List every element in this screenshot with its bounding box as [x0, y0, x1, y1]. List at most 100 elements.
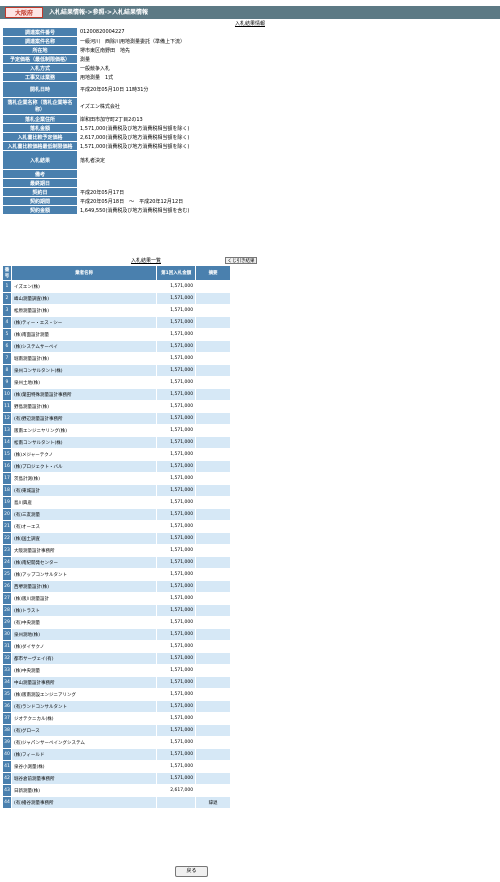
result-note — [196, 677, 230, 688]
info-table: 調達案件番号 01200820004227 調達案件名称 一級河川 西除川用地測量委託… — [2, 27, 354, 215]
result-name: 大阪測量設計事務所 — [11, 545, 157, 556]
result-no: 11 — [3, 401, 11, 412]
info-value: 1,649,550(消費税及び地方消費税相当額を含む) — [78, 206, 353, 214]
result-amount: 1,571,000 — [157, 293, 196, 304]
result-name: (株)阪南測設エンジニアリング — [11, 689, 157, 700]
results-row: 18 (有)東城設計 1,571,000 — [3, 485, 230, 496]
result-note — [196, 389, 230, 400]
info-value: 平成20年05月10日 11時31分 — [78, 82, 353, 97]
info-label: 調達案件名称 — [3, 37, 77, 45]
lottery-results-button[interactable]: くじ引き結果 — [225, 257, 257, 264]
results-row: 6 (株)システムサーベイ 1,571,000 — [3, 341, 230, 352]
result-name: 峰山測量調査(株) — [11, 293, 157, 304]
result-name: イズエン(株) — [11, 281, 157, 292]
result-name: (株)ティー・エス・シー — [11, 317, 157, 328]
results-header-row: 番号 業者名称 第1回入札金額 摘要 — [3, 266, 230, 280]
result-note — [196, 305, 230, 316]
result-note — [196, 281, 230, 292]
result-amount: 1,571,000 — [157, 545, 196, 556]
result-name: 茨島計測(株) — [11, 473, 157, 484]
result-note — [196, 329, 230, 340]
result-name: (有)ランドコンサルタント — [11, 701, 157, 712]
info-label: 開札日時 — [3, 82, 77, 97]
results-row: 5 (株)南面設計測量 1,571,000 — [3, 329, 230, 340]
result-amount: 1,571,000 — [157, 305, 196, 316]
result-note — [196, 377, 230, 388]
results-row: 42 堀谷倉前測量事務所 1,571,000 — [3, 773, 230, 784]
info-label: 入札書比較価格最低制限価格 — [3, 142, 77, 150]
result-amount: 1,571,000 — [157, 473, 196, 484]
result-amount: 1,571,000 — [157, 677, 196, 688]
result-name: 野島測量設計(株) — [11, 401, 157, 412]
results-row: 32 都市サーヴェイ(有) 1,571,000 — [3, 653, 230, 664]
result-name: 泉州測地(株) — [11, 629, 157, 640]
result-amount: 1,571,000 — [157, 605, 196, 616]
result-note — [196, 785, 230, 796]
back-button[interactable]: 戻る — [175, 866, 208, 877]
result-no: 40 — [3, 749, 11, 760]
info-value: 落札者決定 — [78, 151, 353, 169]
result-amount: 1,571,000 — [157, 737, 196, 748]
results-row: 19 島川興産 1,571,000 — [3, 497, 230, 508]
result-no: 21 — [3, 521, 11, 532]
result-amount: 1,571,000 — [157, 569, 196, 580]
info-label: 備考 — [3, 170, 77, 178]
result-amount: 1,571,000 — [157, 449, 196, 460]
results-row: 16 (株)プロジェクト・バル 1,571,000 — [3, 461, 230, 472]
result-amount: 1,571,000 — [157, 281, 196, 292]
result-no: 16 — [3, 461, 11, 472]
result-no: 34 — [3, 677, 11, 688]
results-row: 24 (株)南紀開発センター 1,571,000 — [3, 557, 230, 568]
results-row: 41 泉谷小測量(株) 1,571,000 — [3, 761, 230, 772]
info-row: 調達案件番号 01200820004227 — [3, 28, 353, 36]
result-amount: 1,571,000 — [157, 521, 196, 532]
results-row: 36 (有)ランドコンサルタント 1,571,000 — [3, 701, 230, 712]
result-amount: 1,571,000 — [157, 485, 196, 496]
results-row: 33 (株)中央測量 1,571,000 — [3, 665, 230, 676]
info-row: 入札方式 一般競争入札 — [3, 64, 353, 72]
info-value: イズエン株式会社 — [78, 98, 353, 114]
result-name: 泉州コンサルタント(株) — [11, 365, 157, 376]
result-note — [196, 749, 230, 760]
header-amount: 第1回入札金額 — [157, 266, 196, 280]
results-row: 1 イズエン(株) 1,571,000 — [3, 281, 230, 292]
result-name: (株)プロジェクト・バル — [11, 461, 157, 472]
results-row: 17 茨島計測(株) 1,571,000 — [3, 473, 230, 484]
info-row: 落札金額 1,571,000(消費税及び地方消費税相当額を除く) — [3, 124, 353, 132]
results-row: 40 (株)フィールド 1,571,000 — [3, 749, 230, 760]
info-row: 開札日時 平成20年05月10日 11時31分 — [3, 82, 353, 97]
info-label: 落札企業名称（落札企業等名称） — [3, 98, 77, 114]
result-name: ジオテクニカル(株) — [11, 713, 157, 724]
result-note — [196, 557, 230, 568]
result-name: (有)東城設計 — [11, 485, 157, 496]
info-value: 平成20年05月18日 ～ 平成20年12月12日 — [78, 197, 353, 205]
result-note — [196, 425, 230, 436]
result-amount: 1,571,000 — [157, 509, 196, 520]
result-note — [196, 581, 230, 592]
result-note — [196, 413, 230, 424]
results-table: 番号 業者名称 第1回入札金額 摘要 1 イズエン(株) 1,571,000 2 峰山測… — [2, 265, 231, 809]
result-name: (株)トラスト — [11, 605, 157, 616]
results-row: 31 (株)ダイサクノ 1,571,000 — [3, 641, 230, 652]
result-no: 30 — [3, 629, 11, 640]
results-row: 8 泉州コンサルタント(株) 1,571,000 — [3, 365, 230, 376]
result-name: (株)南面設計測量 — [11, 329, 157, 340]
info-label: 契約日 — [3, 188, 77, 196]
result-no: 37 — [3, 713, 11, 724]
info-row: 落札企業名称（落札企業等名称） イズエン株式会社 — [3, 98, 353, 114]
info-value: 一級河川 西除川用地測量委託（準備上下流） — [78, 37, 353, 45]
result-note — [196, 473, 230, 484]
result-no: 7 — [3, 353, 11, 364]
result-amount: 2,617,000 — [157, 785, 196, 796]
result-name: (株)ダイサクノ — [11, 641, 157, 652]
result-amount: 1,571,000 — [157, 413, 196, 424]
result-amount: 1,571,000 — [157, 701, 196, 712]
result-name: (株)国土調査 — [11, 533, 157, 544]
result-name: 日新測量(株) — [11, 785, 157, 796]
info-label: 入札書比較予定価格 — [3, 133, 77, 141]
header-note: 摘要 — [196, 266, 230, 280]
result-no: 12 — [3, 413, 11, 424]
info-row: 工事又は業務 用地測量 1式 — [3, 73, 353, 81]
info-value: 堺市東区南野田 地先 — [78, 46, 353, 54]
result-note — [196, 317, 230, 328]
